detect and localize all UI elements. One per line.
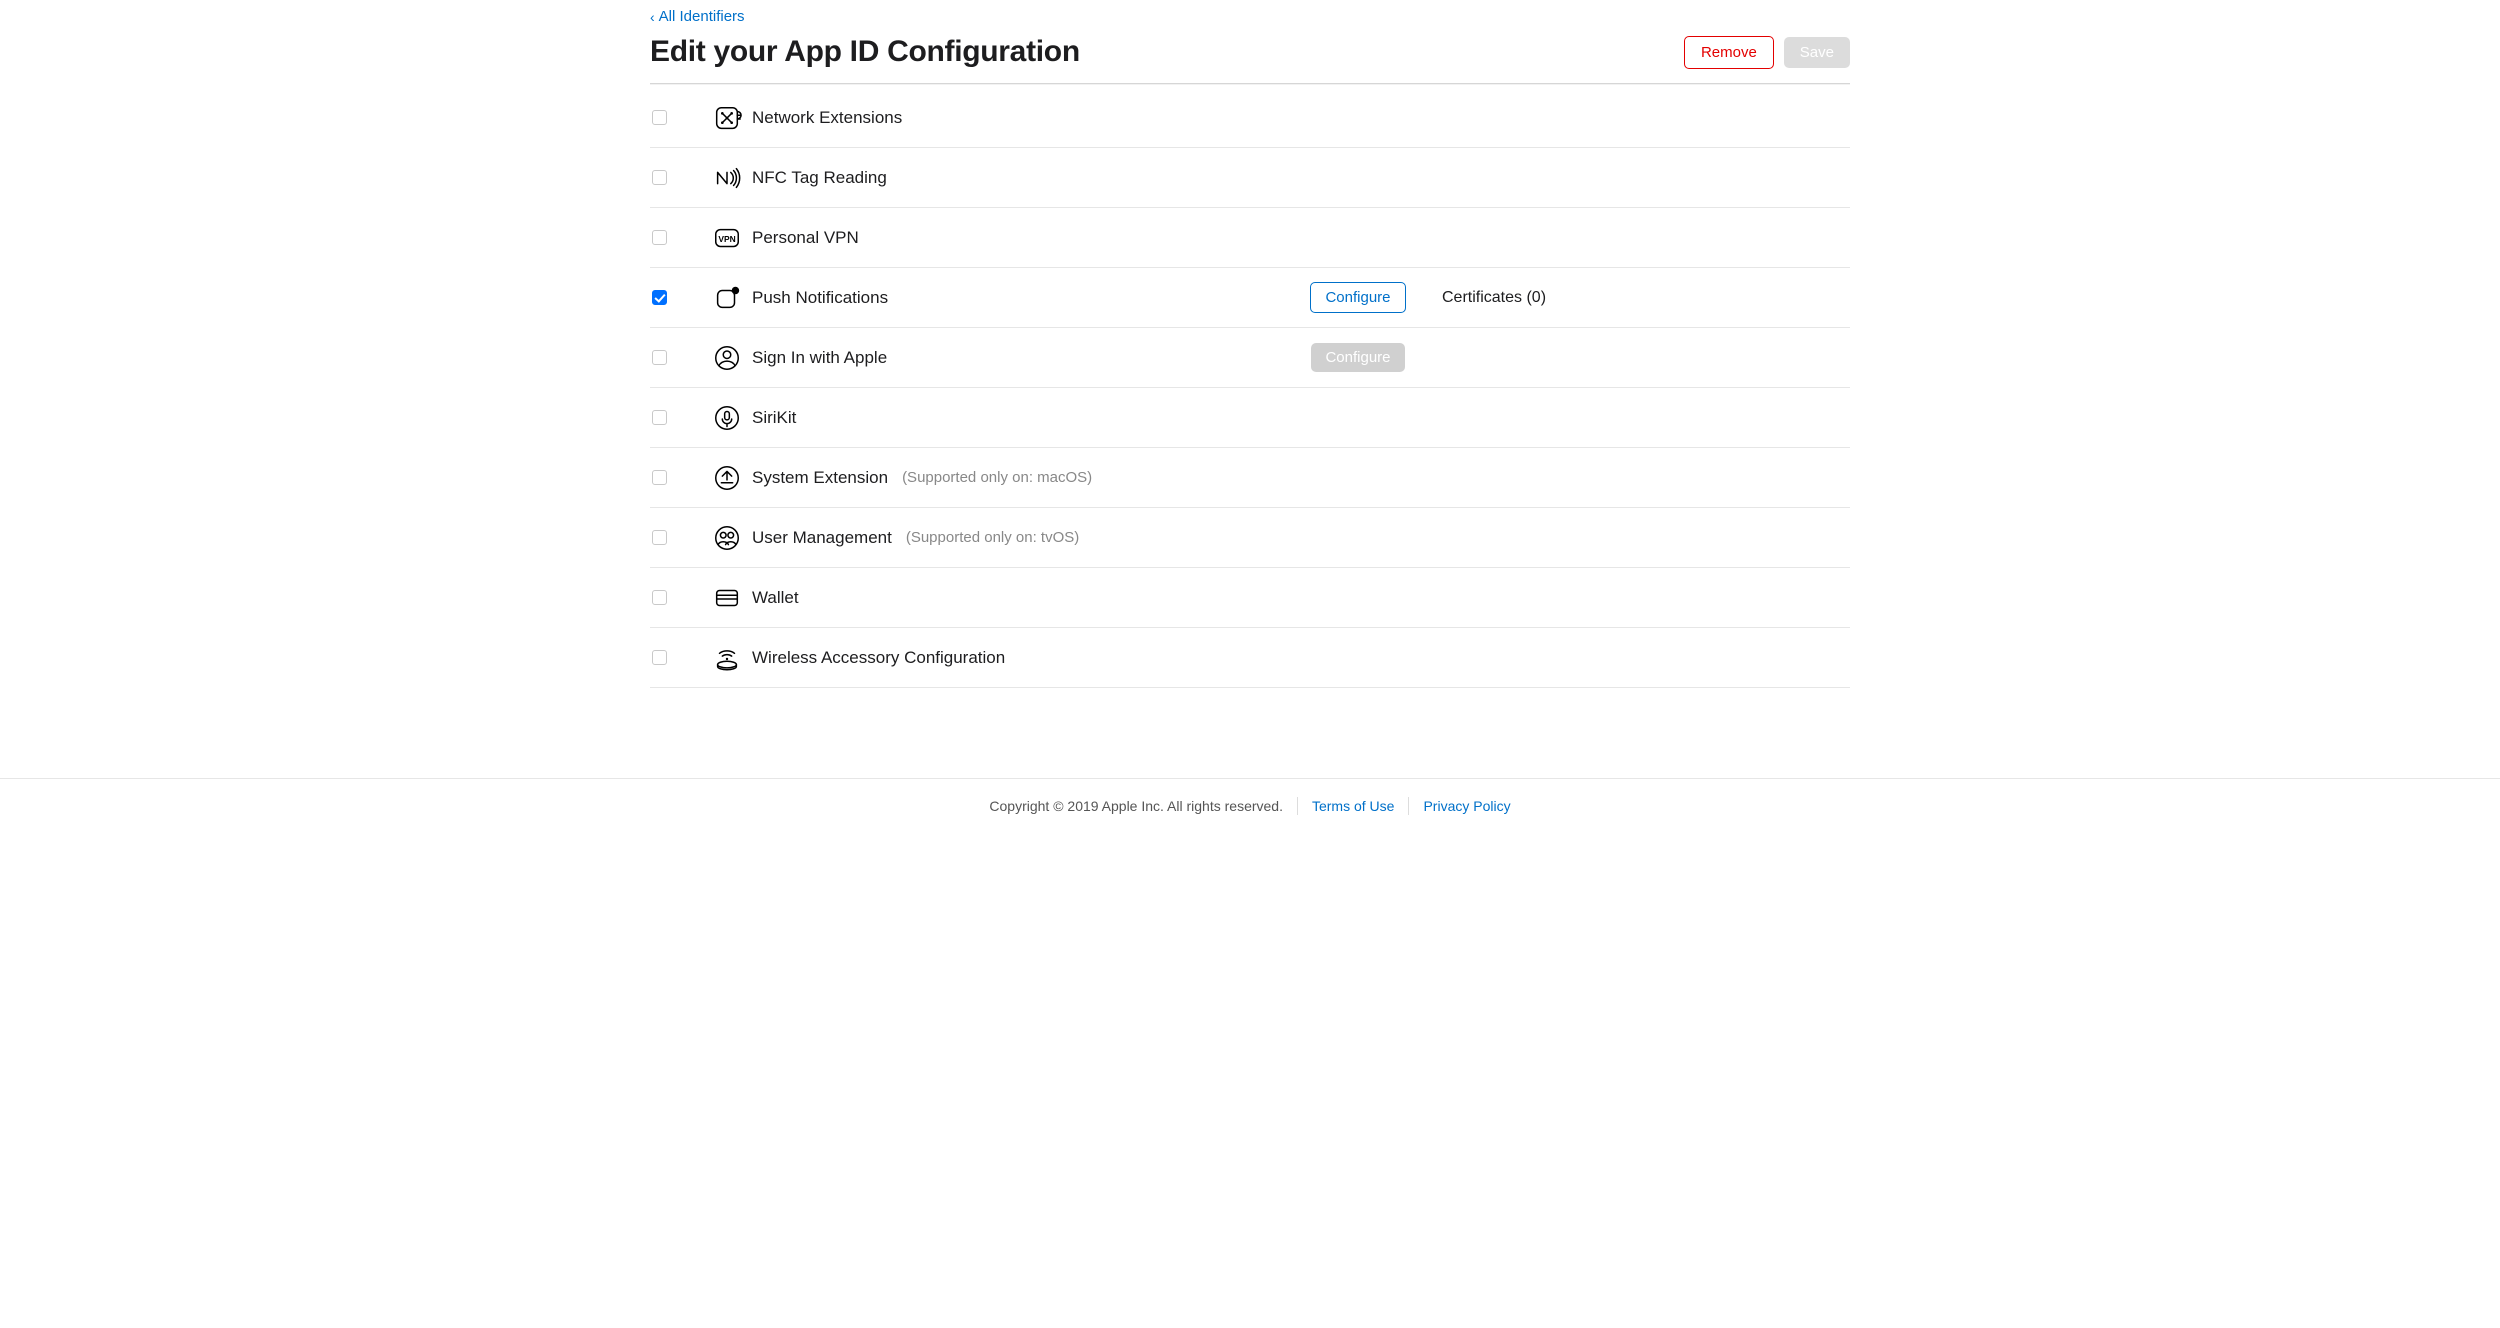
capability-checkbox-network-extensions[interactable]: [652, 110, 667, 125]
capability-row-personal-vpn: VPN Personal VPN: [650, 208, 1850, 268]
capability-checkbox-push-notifications[interactable]: [652, 290, 667, 305]
back-link-label: All Identifiers: [659, 8, 745, 25]
back-all-identifiers-link[interactable]: ‹ All Identifiers: [650, 0, 745, 31]
capability-row-nfc-tag-reading: NFC Tag Reading: [650, 148, 1850, 208]
vpn-icon: VPN: [702, 223, 752, 253]
capabilities-list: Network Extensions NFC Tag Reading VPN Pers…: [650, 88, 1850, 688]
configure-button-sign-in-with-apple: Configure: [1311, 343, 1404, 372]
signin-icon: [702, 343, 752, 373]
capability-name: Push Notifications: [752, 288, 896, 308]
page-title: Edit your App ID Configuration: [650, 35, 1080, 69]
configure-button-push-notifications[interactable]: Configure: [1310, 282, 1405, 313]
capability-name: Personal VPN: [752, 228, 892, 248]
siri-icon: [702, 403, 752, 433]
capability-name: User Management: [752, 528, 900, 548]
capability-name: Wallet: [752, 588, 892, 608]
capability-name: NFC Tag Reading: [752, 168, 895, 188]
capability-checkbox-nfc-tag-reading[interactable]: [652, 170, 667, 185]
wireless-icon: [702, 643, 752, 673]
capability-row-sign-in-with-apple: Sign In with Apple Configure: [650, 328, 1850, 388]
capability-checkbox-system-extension[interactable]: [652, 470, 667, 485]
terms-of-use-link[interactable]: Terms of Use: [1312, 798, 1394, 814]
chevron-left-icon: ‹: [650, 9, 655, 25]
capability-row-sirikit: SiriKit: [650, 388, 1850, 448]
capability-checkbox-sirikit[interactable]: [652, 410, 667, 425]
capability-row-wallet: Wallet: [650, 568, 1850, 628]
capability-extra: Certificates (0): [1418, 289, 1848, 307]
capability-checkbox-wireless-accessory[interactable]: [652, 650, 667, 665]
capability-row-wireless-accessory: Wireless Accessory Configuration: [650, 628, 1850, 688]
remove-button[interactable]: Remove: [1684, 36, 1774, 69]
capability-row-system-extension: System Extension (Supported only on: macO…: [650, 448, 1850, 508]
capability-name: System Extension: [752, 468, 896, 488]
capability-row-user-management: User Management (Supported only on: tvOS): [650, 508, 1850, 568]
page-footer: Copyright © 2019 Apple Inc. All rights r…: [0, 778, 2500, 833]
capability-checkbox-personal-vpn[interactable]: [652, 230, 667, 245]
capability-note: (Supported only on: tvOS): [906, 529, 1079, 546]
capability-name: Sign In with Apple: [752, 348, 895, 368]
save-button: Save: [1784, 37, 1850, 68]
capability-checkbox-wallet[interactable]: [652, 590, 667, 605]
footer-separator: [1408, 797, 1409, 815]
privacy-policy-link[interactable]: Privacy Policy: [1423, 798, 1510, 814]
capability-name: Network Extensions: [752, 108, 910, 128]
page-header: Edit your App ID Configuration Remove Sa…: [650, 31, 1850, 83]
svg-text:VPN: VPN: [718, 233, 735, 243]
push-icon: [702, 283, 752, 313]
capability-name: SiriKit: [752, 408, 892, 428]
capability-checkbox-user-management[interactable]: [652, 530, 667, 545]
wallet-icon: [702, 583, 752, 613]
users-icon: [702, 523, 752, 553]
nfc-icon: [702, 163, 752, 193]
header-divider: [650, 83, 1850, 84]
sysext-icon: [702, 463, 752, 493]
capability-row-network-extensions: Network Extensions: [650, 88, 1850, 148]
capability-note: (Supported only on: macOS): [902, 469, 1092, 486]
footer-copyright: Copyright © 2019 Apple Inc. All rights r…: [989, 798, 1283, 814]
capability-checkbox-sign-in-with-apple[interactable]: [652, 350, 667, 365]
capability-row-push-notifications: Push Notifications Configure Certificates …: [650, 268, 1850, 328]
footer-separator: [1297, 797, 1298, 815]
network-icon: [702, 103, 752, 133]
capability-name: Wireless Accessory Configuration: [752, 648, 1013, 668]
